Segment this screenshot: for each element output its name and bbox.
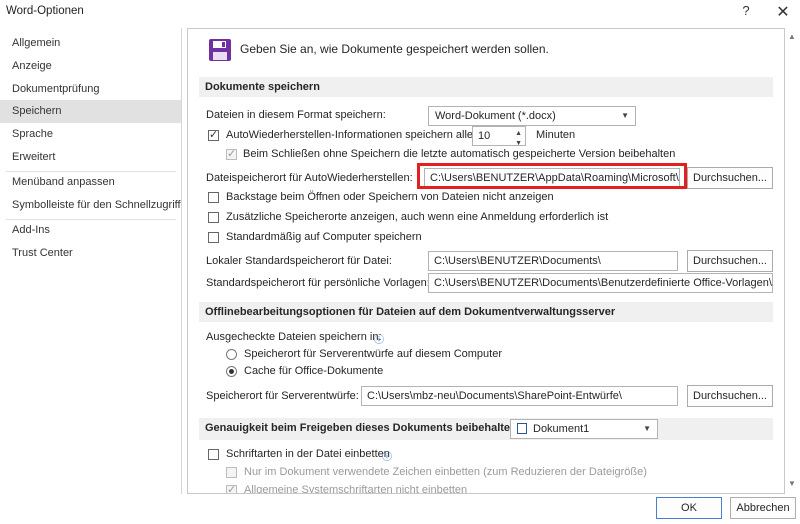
close-button[interactable]: ✕ (773, 2, 793, 22)
options-nav: Allgemein Anzeige Dokumentprüfung Speich… (0, 28, 182, 494)
format-label: Dateien in diesem Format speichern: (206, 109, 386, 121)
office-cache-radio[interactable] (226, 366, 237, 377)
only-used-chars-label: Nur im Dokument verwendete Zeichen einbe… (244, 466, 647, 478)
title-bar: Word-Optionen ? ✕ (0, 0, 800, 28)
keep-last-label: Beim Schließen ohne Speichern die letzte… (243, 148, 676, 160)
autorecover-minutes-spinner[interactable]: 10 ▲ ▼ (472, 126, 526, 147)
nav-item-trust-center[interactable]: Trust Center (0, 242, 181, 265)
checked-out-label: Ausgecheckte Dateien speichern in: (206, 331, 382, 343)
autorecover-path-field[interactable]: C:\Users\BENUTZER\AppData\Roaming\Micros… (424, 168, 680, 188)
templates-label: Standardspeicherort für persönliche Vorl… (206, 277, 430, 289)
word-document-icon (517, 422, 527, 434)
default-computer-checkbox[interactable] (208, 232, 219, 243)
browse-server-drafts-button[interactable]: Durchsuchen... (687, 385, 773, 407)
minutes-label: Minuten (536, 129, 576, 141)
default-computer-label: Standardmäßig auf Computer speichern (226, 231, 422, 243)
nav-item-sprache[interactable]: Sprache (0, 123, 181, 146)
ok-button[interactable]: OK (656, 497, 722, 519)
chevron-down-icon: ▼ (621, 111, 629, 120)
embed-fonts-label: Schriftarten in der Datei einbetten (226, 448, 390, 460)
section-offline: Offlinebearbeitungsoptionen für Dateien … (199, 302, 773, 322)
format-select[interactable]: Word-Dokument (*.docx) ▼ (428, 106, 636, 126)
local-default-label: Lokaler Standardspeicherort für Datei: (206, 255, 392, 267)
scroll-up-icon[interactable]: ▲ (786, 32, 798, 42)
nav-item-dokumentpruefung[interactable]: Dokumentprüfung (0, 78, 181, 101)
autorecover-label: AutoWiederherstellen-Informationen speic… (226, 129, 474, 141)
backstage-label: Backstage beim Öffnen oder Speichern von… (226, 191, 554, 203)
nav-item-addins[interactable]: Add-Ins (0, 219, 181, 242)
chevron-down-icon: ▼ (643, 424, 651, 433)
autorecover-checkbox[interactable] (208, 128, 219, 141)
options-content[interactable]: Geben Sie an, wie Dokumente gespeichert … (187, 28, 785, 494)
additional-locations-label: Zusätzliche Speicherorte anzeigen, auch … (226, 211, 609, 223)
server-drafts-label: Speicherort für Serverentwürfe: (206, 390, 359, 402)
document-select-value: Dokument1 (533, 423, 590, 435)
document-select[interactable]: Dokument1 ▼ (510, 419, 658, 439)
info-icon: ⓘ (374, 335, 384, 346)
format-select-value: Word-Dokument (*.docx) (435, 110, 556, 122)
nav-item-speichern[interactable]: Speichern (0, 100, 181, 123)
server-drafts-field[interactable]: C:\Users\mbz-neu\Documents\SharePoint-En… (361, 386, 678, 406)
server-drafts-radio[interactable] (226, 349, 237, 360)
nav-item-allgemein[interactable]: Allgemein (0, 32, 181, 55)
section-fidelity-title: Genauigkeit beim Freigeben dieses Dokume… (205, 422, 521, 434)
browse-autorecover-button[interactable]: Durchsuchen... (687, 167, 773, 189)
nav-item-anzeige[interactable]: Anzeige (0, 55, 181, 78)
browse-local-default-button[interactable]: Durchsuchen... (687, 250, 773, 272)
backstage-checkbox[interactable] (208, 192, 219, 203)
scroll-down-icon[interactable]: ▼ (786, 479, 798, 489)
embed-fonts-checkbox[interactable] (208, 449, 219, 460)
nav-item-schnellzugriff[interactable]: Symbolleiste für den Schnellzugriff (0, 194, 181, 217)
only-used-chars-checkbox[interactable] (226, 467, 237, 478)
section-fidelity: Genauigkeit beim Freigeben dieses Dokume… (199, 418, 773, 440)
local-default-field[interactable]: C:\Users\BENUTZER\Documents\ (428, 251, 678, 271)
office-cache-radio-label: Cache für Office-Dokumente (244, 365, 384, 377)
section-dokumente-speichern: Dokumente speichern (199, 77, 773, 97)
info-icon: ⓘ (382, 452, 392, 463)
additional-locations-checkbox[interactable] (208, 212, 219, 223)
nav-item-erweitert[interactable]: Erweitert (0, 146, 181, 169)
no-system-fonts-checkbox[interactable] (226, 483, 237, 493)
keep-last-checkbox[interactable] (226, 147, 237, 160)
window-title: Word-Optionen (6, 5, 84, 17)
cancel-button[interactable]: Abbrechen (730, 497, 796, 519)
no-system-fonts-label: Allgemeine Systemschriftarten nicht einb… (244, 484, 468, 494)
autorecover-minutes-value: 10 (478, 130, 491, 142)
help-button[interactable]: ? (738, 3, 754, 21)
save-disk-icon (209, 39, 231, 61)
nav-item-menueband[interactable]: Menüband anpassen (0, 171, 181, 194)
autorecover-path-label: Dateispeicherort für AutoWiederherstelle… (206, 172, 413, 184)
page-header-text: Geben Sie an, wie Dokumente gespeichert … (240, 42, 549, 56)
server-drafts-radio-label: Speicherort für Serverentwürfe auf diese… (244, 348, 503, 360)
templates-field[interactable]: C:\Users\BENUTZER\Documents\Benutzerdefi… (428, 273, 773, 293)
